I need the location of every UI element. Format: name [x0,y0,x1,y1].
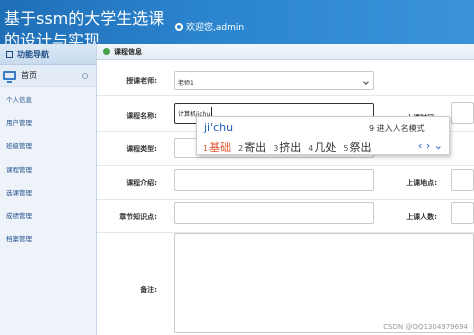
sidebar-item-archives[interactable]: 档案管理 [0,227,96,250]
teacher-value: 老师1 [178,80,194,87]
course-intro-row: 课程介绍: 上课地点: [97,166,474,200]
panel-header: 课程信息 [97,44,474,60]
welcome-text: 欢迎您,admin [186,23,245,33]
ime-mode-hint[interactable]: 9 进入人名模式 [369,123,425,134]
user-icon [175,22,183,31]
remark-label: 备注: [140,286,157,294]
class-place-input[interactable] [451,169,474,191]
remark-textarea[interactable] [174,233,474,333]
class-time-input[interactable] [451,102,474,124]
course-intro-input[interactable] [174,169,374,191]
grid-icon [6,50,13,58]
class-count-input[interactable] [451,202,474,224]
watermark: CSDN @QQ1304979694 [383,323,468,331]
welcome-area: 欢迎您,admin [175,20,244,33]
ime-candidate[interactable]: 1基础 [203,139,231,155]
sidebar-item-grades[interactable]: 成绩管理 [0,203,96,226]
sidebar-item-home[interactable]: 首页 [0,65,96,87]
sidebar-item-selection[interactable]: 选课管理 [0,180,96,203]
class-count-label: 上课人数: [406,213,437,221]
chevron-down-icon [363,79,369,85]
class-place-label: 上课地点: [406,179,437,187]
ime-candidates: 1基础 2寄出 3挤出 4几处 5祭出 [203,139,371,155]
ime-candidate[interactable]: 4几处 [308,139,336,155]
teacher-row: 授课老师: 老师1 [97,62,474,96]
sidebar-header: 功能导航 [0,44,96,65]
monitor-icon [3,71,16,83]
ime-candidate[interactable]: 2寄出 [238,139,266,155]
top-header: 基于ssm的大学生选课的设计与实现 欢迎您,admin [0,0,474,44]
site-title: 基于ssm的大学生选课的设计与实现 [4,9,165,44]
ime-nav-icons[interactable]: ‹ › ⌄ [418,139,443,152]
remark-row: 备注: [97,233,474,335]
chapter-label: 章节知识点: [119,213,157,221]
main-panel: 课程信息 授课老师: 老师1 课程名称: 计算机jichu 上课时间: 课程类型… [97,44,474,335]
sidebar: 功能导航 首页 个人信息 用户管理 班级管理 课程管理 选课管理 成绩管理 档案… [0,44,97,335]
course-intro-label: 课程介绍: [126,179,157,187]
sidebar-item-users[interactable]: 用户管理 [0,110,96,133]
teacher-label: 授课老师: [126,77,157,85]
collapse-icon[interactable] [82,73,88,79]
ime-candidate[interactable]: 5祭出 [343,139,371,155]
sidebar-item-courses[interactable]: 课程管理 [0,157,96,180]
ime-candidate[interactable]: 3挤出 [273,139,301,155]
sidebar-item-classes[interactable]: 班级管理 [0,134,96,157]
course-name-label: 课程名称: [126,112,157,120]
chapter-row: 章节知识点: 上课人数: [97,200,474,233]
info-icon [103,48,110,55]
sidebar-home-label: 首页 [21,71,37,80]
chapter-input[interactable] [174,202,374,224]
course-type-label: 课程类型: [126,145,157,153]
sidebar-title: 功能导航 [17,49,49,59]
panel-title: 课程信息 [114,47,142,56]
teacher-select[interactable]: 老师1 [174,71,374,90]
ime-pinyin: ji'chu [204,121,234,134]
sidebar-item-profile[interactable]: 个人信息 [0,87,96,110]
ime-candidate-popup: ji'chu 9 进入人名模式 1基础 2寄出 3挤出 4几处 5祭出 ‹ › … [196,116,450,155]
